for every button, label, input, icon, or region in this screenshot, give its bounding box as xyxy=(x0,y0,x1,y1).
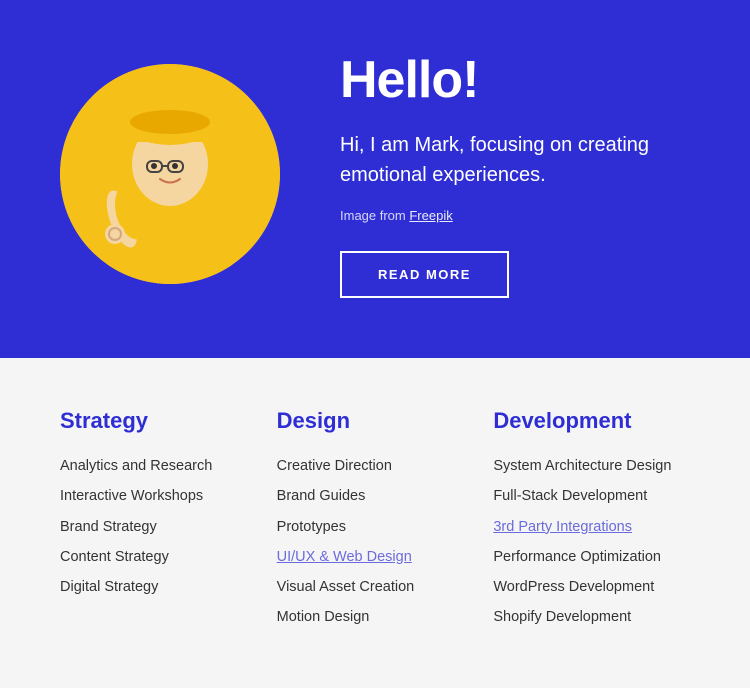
list-item: Analytics and Research xyxy=(60,456,257,476)
service-title-design: Design xyxy=(277,408,474,434)
service-link[interactable]: WordPress Development xyxy=(493,579,654,595)
list-item: Performance Optimization xyxy=(493,547,690,567)
service-list-development: System Architecture Design Full-Stack Dev… xyxy=(493,456,690,628)
service-column-design: Design Creative Direction Brand Guides Prot… xyxy=(277,408,474,628)
service-title-strategy: Strategy xyxy=(60,408,257,434)
image-credit: Image from Freepik xyxy=(340,208,690,223)
hero-title: Hello! xyxy=(340,50,690,110)
list-item: Motion Design xyxy=(277,607,474,627)
freepik-link[interactable]: Freepik xyxy=(409,208,452,223)
list-item: System Architecture Design xyxy=(493,456,690,476)
service-list-design: Creative Direction Brand Guides Prototypes… xyxy=(277,456,474,628)
service-link[interactable]: Prototypes xyxy=(277,519,346,535)
service-link[interactable]: Interactive Workshops xyxy=(60,488,203,504)
service-link[interactable]: Motion Design xyxy=(277,609,370,625)
service-link[interactable]: Creative Direction xyxy=(277,458,392,474)
read-more-button[interactable]: READ MORE xyxy=(340,251,509,298)
list-item: Digital Strategy xyxy=(60,577,257,597)
services-section: Strategy Analytics and Research Interactiv… xyxy=(0,358,750,688)
hero-section: Hello! Hi, I am Mark, focusing on creati… xyxy=(0,0,750,358)
hero-subtitle: Hi, I am Mark, focusing on creating emot… xyxy=(340,130,660,190)
list-item: Prototypes xyxy=(277,517,474,537)
hero-text-block: Hello! Hi, I am Mark, focusing on creati… xyxy=(340,50,690,298)
service-link[interactable]: UI/UX & Web Design xyxy=(277,549,412,565)
service-link[interactable]: 3rd Party Integrations xyxy=(493,519,632,535)
service-link[interactable]: Visual Asset Creation xyxy=(277,579,415,595)
service-link[interactable]: Content Strategy xyxy=(60,549,169,565)
service-column-development: Development System Architecture Design Ful… xyxy=(493,408,690,628)
avatar xyxy=(60,64,280,284)
list-item: Brand Guides xyxy=(277,486,474,506)
list-item: Content Strategy xyxy=(60,547,257,567)
list-item: 3rd Party Integrations xyxy=(493,517,690,537)
service-link[interactable]: Shopify Development xyxy=(493,609,631,625)
list-item: Creative Direction xyxy=(277,456,474,476)
list-item: Brand Strategy xyxy=(60,517,257,537)
service-link[interactable]: Analytics and Research xyxy=(60,458,212,474)
service-link[interactable]: Brand Strategy xyxy=(60,519,157,535)
service-link[interactable]: Full-Stack Development xyxy=(493,488,647,504)
list-item: UI/UX & Web Design xyxy=(277,547,474,567)
service-title-development: Development xyxy=(493,408,690,434)
service-link[interactable]: Performance Optimization xyxy=(493,549,661,565)
list-item: Interactive Workshops xyxy=(60,486,257,506)
service-link[interactable]: Brand Guides xyxy=(277,488,366,504)
list-item: Visual Asset Creation xyxy=(277,577,474,597)
service-link[interactable]: Digital Strategy xyxy=(60,579,158,595)
list-item: Full-Stack Development xyxy=(493,486,690,506)
list-item: Shopify Development xyxy=(493,607,690,627)
list-item: WordPress Development xyxy=(493,577,690,597)
service-link[interactable]: System Architecture Design xyxy=(493,458,671,474)
service-column-strategy: Strategy Analytics and Research Interactiv… xyxy=(60,408,257,628)
service-list-strategy: Analytics and Research Interactive Worksh… xyxy=(60,456,257,597)
